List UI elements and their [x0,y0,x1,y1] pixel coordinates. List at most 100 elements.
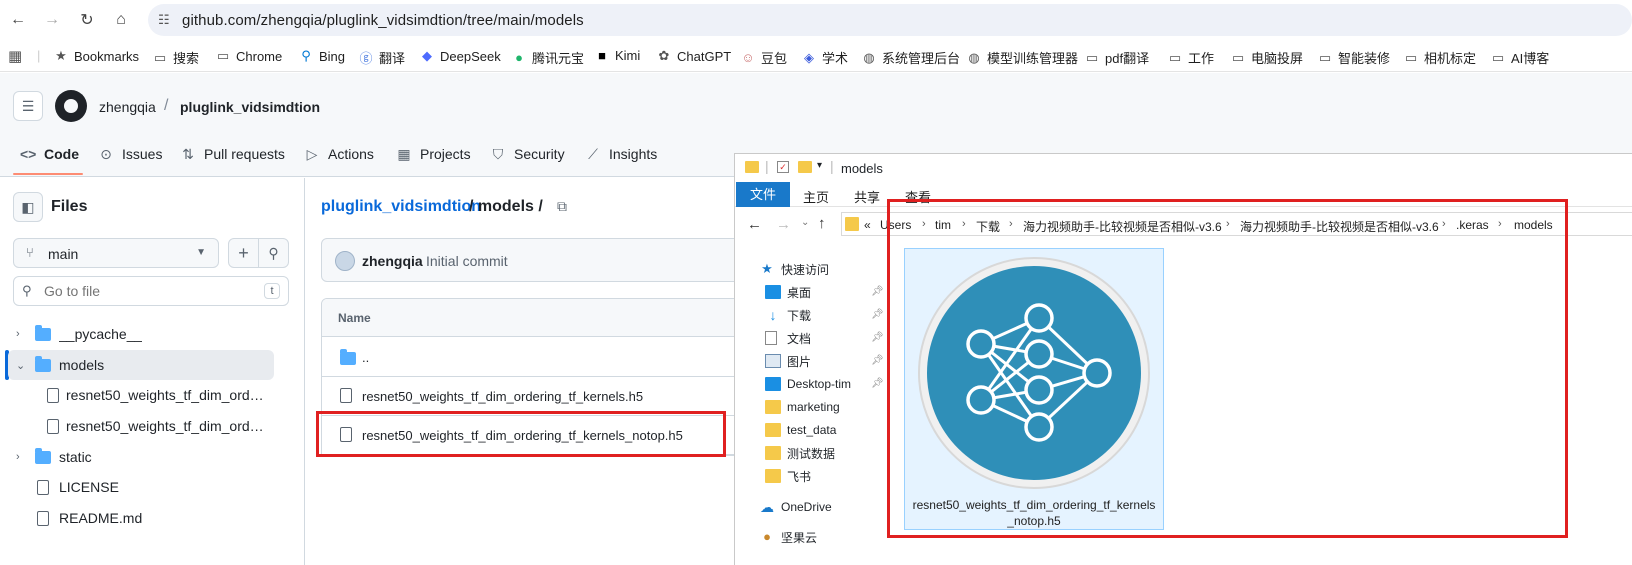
bookmark-item[interactable]: ⚲ Bing [299,48,345,64]
bookmark-item[interactable]: ▭ AI博客 [1491,48,1549,67]
tree-item-readme[interactable]: README.md [8,503,274,533]
properties-icon[interactable]: ✓ [777,161,789,173]
tab-insights[interactable]: ⟋ Insights [585,144,657,164]
graph-icon: ⟋ [588,145,598,162]
file-icon [340,388,352,403]
bookmark-item[interactable]: ☺ 豆包 [741,48,787,67]
tab-issues[interactable]: ⊙ Issues [98,144,162,164]
reload-icon[interactable]: ↻ [75,8,99,32]
tree-item-static[interactable]: › static [8,442,274,472]
nav-quick-access[interactable]: ★ 快速访问 [759,258,829,280]
bookmark-item[interactable]: ▭ 搜索 [153,48,199,67]
yuanbao-icon: ● [515,50,523,65]
back-icon[interactable]: ← [6,8,30,32]
forward-icon[interactable]: → [776,216,791,233]
apps-icon[interactable]: ▦ [8,47,22,65]
tab-code[interactable]: <> Code [20,144,79,164]
sidebar-toggle-icon[interactable]: ◧ [13,192,43,222]
tab-security[interactable]: ⛉ Security [490,144,565,164]
bookmark-item[interactable]: ◍ 系统管理后台 [862,48,960,67]
nut-icon: ● [763,529,771,544]
pin-icon: 📌︎ [871,355,884,366]
nav-item[interactable]: ↓ 下载 [765,304,812,326]
tree-item-models[interactable]: ⌄ models [8,350,274,380]
kimi-icon: ■ [598,48,606,63]
tree-item-pycache[interactable]: › __pycache__ [8,319,274,349]
bookmark-item[interactable]: ▭ pdf翻译 [1085,48,1149,67]
copy-icon[interactable]: ⧉ [557,198,573,214]
nav-item[interactable]: 图片 [765,350,811,372]
site-info-icon[interactable]: ☷ [158,12,174,28]
customize-toolbar-icon[interactable]: ▾ [817,160,822,171]
tree-item-license[interactable]: LICENSE [8,472,274,502]
bookmark-item[interactable]: ▭ 电脑投屏 [1231,48,1303,67]
search-icon[interactable]: ⚲ [258,238,289,268]
bookmark-item[interactable]: ▭ Chrome [216,48,282,64]
new-folder-icon[interactable] [798,161,812,173]
avatar[interactable] [335,251,355,271]
tab-actions[interactable]: ▷ Actions [304,144,374,164]
nav-item[interactable]: Desktop-tim [765,373,851,395]
repo-owner-link[interactable]: zhengqia [99,99,156,115]
breadcrumb-repo-link[interactable]: pluglink_vidsimdtion [321,198,481,216]
bookmark-item[interactable]: ▭ 工作 [1168,48,1214,67]
bookmark-item[interactable]: ◍ 模型训练管理器 [967,48,1078,67]
bookmark-item[interactable]: ◈ 学术 [802,48,848,67]
bookmark-item[interactable]: ▭ 相机标定 [1404,48,1476,67]
nav-item[interactable]: 飞书 [765,465,811,487]
tab-projects[interactable]: ▦ Projects [396,144,470,164]
chevron-down-icon: ⌄ [16,359,26,372]
nav-jianguoyun[interactable]: ● 坚果云 [759,526,817,548]
nav-item[interactable]: 桌面 [765,281,811,303]
ribbon-tab-share[interactable]: 共享 [854,187,880,206]
bookmark-item[interactable]: ★ Bookmarks [54,48,139,64]
commit-message[interactable]: Initial commit [426,253,508,269]
forward-icon[interactable]: → [40,8,64,32]
github-logo-icon[interactable] [55,90,87,122]
bookmark-item[interactable]: ⓖ 翻译 [359,48,405,67]
home-icon[interactable]: ⌂ [109,8,133,32]
menu-icon[interactable]: ☰ [13,91,43,121]
tree-item-file[interactable]: resnet50_weights_tf_dim_ordering_tf_kern… [8,411,274,441]
add-file-button[interactable]: + [228,238,259,268]
browser-toolbar: ← → ↻ ⌂ ☷ github.com/zhengqia/pluglink_v… [0,0,1632,40]
highlight-box [316,411,726,457]
explorer-titlebar: | ✓ ▾ | models [735,154,1632,182]
search-icon: ⚲ [301,48,311,63]
scholar-icon: ◈ [804,49,814,65]
nav-onedrive[interactable]: ☁ OneDrive [759,496,832,518]
pin-icon: 📌︎ [871,309,884,320]
folder-icon [35,448,51,464]
nav-item[interactable]: marketing [765,396,840,418]
globe-icon: ◍ [863,49,875,65]
repo-name-link[interactable]: pluglink_vidsimdtion [180,99,320,115]
address-bar[interactable]: ☷ github.com/zhengqia/pluglink_vidsimdti… [148,4,1632,36]
ribbon-tab-home[interactable]: 主页 [803,187,829,206]
breadcrumb-path: / models / [469,198,543,215]
tree-item-file[interactable]: resnet50_weights_tf_dim_ordering_tf_kern… [8,380,274,410]
table-row[interactable]: .. [322,338,750,377]
bookmark-item[interactable]: ■ Kimi [595,48,640,63]
bookmark-item[interactable]: ▭ 智能装修 [1318,48,1390,67]
folder-icon: ▭ [1318,49,1332,65]
branch-selector[interactable]: ⑂ main ▼ [13,238,219,268]
up-icon[interactable]: ↑ [818,215,826,232]
file-icon [47,419,59,434]
commit-author[interactable]: zhengqia [362,253,423,269]
ribbon-tab-file[interactable]: 文件 [736,182,790,207]
doubao-icon: ☺ [741,50,755,65]
nav-item[interactable]: 测试数据 [765,442,835,464]
nav-item[interactable]: 文档 [765,327,811,349]
bookmark-item[interactable]: ✿ ChatGPT [657,48,732,64]
bookmark-item[interactable]: ◆ DeepSeek [420,48,501,64]
go-to-file-input[interactable] [44,283,244,299]
star-icon: ★ [55,48,67,63]
back-icon[interactable]: ← [747,216,762,233]
nav-item[interactable]: test_data [765,419,836,441]
go-to-file-field[interactable]: ⚲ t [13,276,289,306]
download-icon: ↓ [769,307,777,323]
chevron-right-icon: › [16,328,20,340]
bookmark-item[interactable]: ● 腾讯元宝 [512,48,584,67]
tab-pull-requests[interactable]: ⇅ Pull requests [180,144,285,164]
recent-locations-icon[interactable]: ⌄ [801,217,809,228]
